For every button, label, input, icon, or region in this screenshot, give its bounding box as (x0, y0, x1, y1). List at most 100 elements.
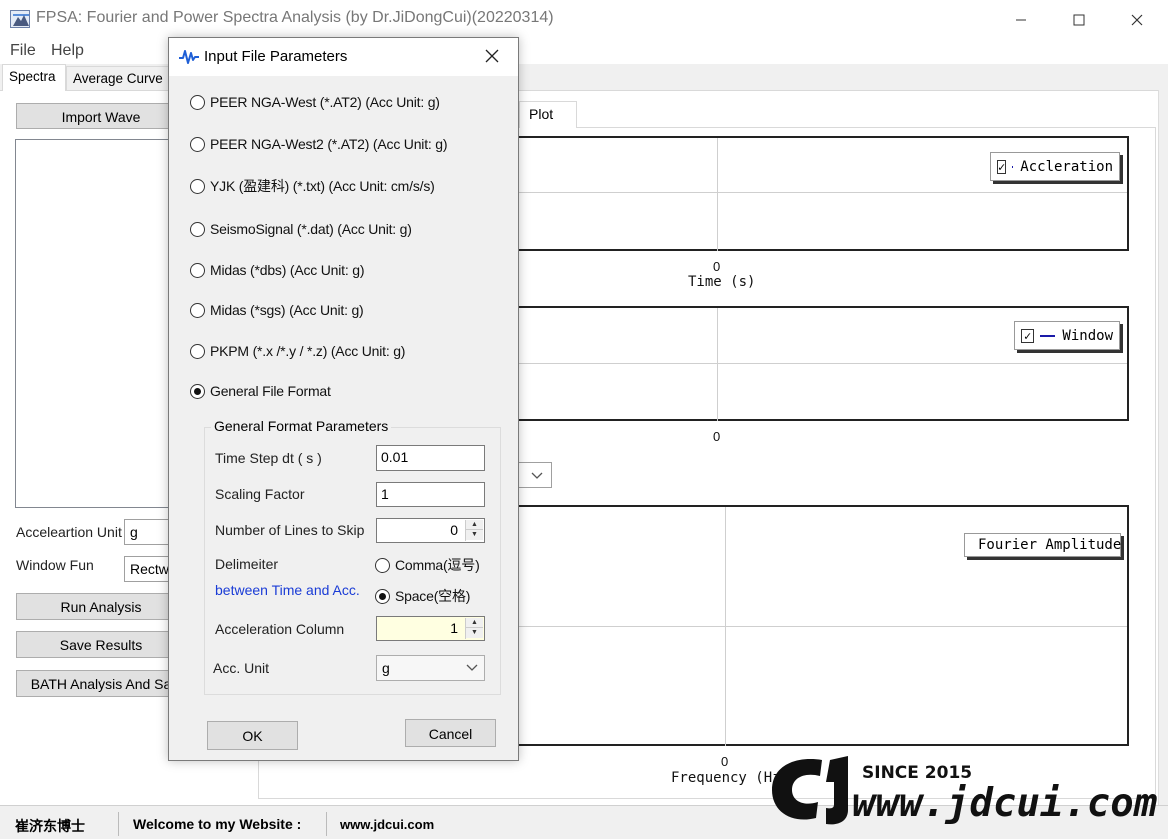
radio-button[interactable] (190, 221, 205, 237)
file-format-radio[interactable]: General File Format (190, 381, 331, 401)
file-format-label: Midas (*sgs) (Acc Unit: g) (210, 302, 364, 318)
acceleration-unit-label: Acceleartion Unit (16, 524, 122, 540)
file-format-radio[interactable]: YJK (盈建科) (*.txt) (Acc Unit: cm/s/s) (190, 176, 435, 196)
chart-gridline (717, 308, 718, 421)
window-axis-tick: 0 (713, 429, 721, 444)
tab-spectra[interactable]: Spectra (2, 64, 66, 91)
stepper-buttons: ▲ ▼ (465, 618, 483, 639)
minimize-button[interactable] (992, 0, 1050, 40)
chevron-down-icon (466, 664, 478, 671)
legend-line-swatch (1012, 165, 1014, 168)
acc-unit-select[interactable]: g (376, 655, 485, 681)
vertical-scrollbar[interactable] (1158, 90, 1168, 805)
stepper-up-icon[interactable]: ▲ (466, 520, 483, 530)
delimiter-space-radio[interactable]: Space(空格) (375, 586, 470, 606)
bath-analysis-button[interactable]: BATH Analysis And Sa (16, 670, 186, 697)
ok-button[interactable]: OK (207, 721, 298, 750)
menu-file[interactable]: File (10, 42, 36, 60)
file-format-label: SeismoSignal (*.dat) (Acc Unit: g) (210, 221, 412, 237)
file-format-label: PEER NGA-West (*.AT2) (Acc Unit: g) (210, 94, 440, 110)
radio-button[interactable] (190, 136, 205, 152)
file-format-label: General File Format (210, 383, 331, 399)
frequency-axis-title: Frequency (Hz (671, 770, 781, 786)
file-format-radio[interactable]: Midas (*dbs) (Acc Unit: g) (190, 260, 364, 280)
cancel-button[interactable]: Cancel (405, 719, 496, 747)
status-website-link[interactable]: www.jdcui.com (340, 817, 434, 832)
file-format-radio[interactable]: PKPM (*.x /*.y / *.z) (Acc Unit: g) (190, 341, 405, 361)
acceleration-column-stepper[interactable]: 1 ▲ ▼ (376, 616, 485, 641)
stepper-up-icon[interactable]: ▲ (466, 618, 483, 628)
legend-checkbox[interactable]: ✓ (1021, 328, 1035, 343)
legend-label: Fourier Amplitude (978, 537, 1122, 553)
radio-button[interactable] (375, 557, 390, 573)
status-welcome: Welcome to my Website : (133, 816, 302, 832)
window-legend[interactable]: ✓ Window (1014, 321, 1120, 350)
lines-to-skip-label: Number of Lines to Skip (215, 522, 365, 538)
dialog-close-button[interactable] (485, 49, 503, 67)
acceleration-column-value: 1 (450, 620, 458, 636)
general-format-group-title: General Format Parameters (211, 418, 392, 434)
file-format-radio[interactable]: SeismoSignal (*.dat) (Acc Unit: g) (190, 219, 412, 239)
radio-button[interactable] (375, 588, 390, 604)
close-button[interactable] (1108, 0, 1166, 40)
time-axis-title: Time (s) (688, 274, 756, 290)
fourier-legend[interactable]: Fourier Amplitude (964, 533, 1121, 557)
time-step-input[interactable]: 0.01 (376, 445, 485, 471)
acc-unit-label: Acc. Unit (213, 660, 270, 676)
file-format-label: YJK (盈建科) (*.txt) (Acc Unit: cm/s/s) (210, 178, 435, 194)
import-wave-button[interactable]: Import Wave (16, 103, 186, 129)
file-format-label: PEER NGA-West2 (*.AT2) (Acc Unit: g) (210, 136, 448, 152)
delimiter-space-label: Space(空格) (395, 588, 471, 604)
scaling-factor-label: Scaling Factor (215, 486, 305, 502)
radio-button[interactable] (190, 383, 205, 399)
status-author: 崔济东博士 (15, 818, 85, 834)
legend-label: Window (1062, 327, 1113, 344)
save-results-button[interactable]: Save Results (16, 631, 186, 658)
file-format-label: Midas (*dbs) (Acc Unit: g) (210, 262, 365, 278)
watermark-site: www.jdcui.com (852, 781, 1157, 826)
tab-average-curve[interactable]: Average Curve (66, 66, 170, 90)
scaling-factor-input[interactable]: 1 (376, 482, 485, 507)
file-format-radio[interactable]: Midas (*sgs) (Acc Unit: g) (190, 300, 364, 320)
radio-button[interactable] (190, 302, 205, 318)
dialog-title-bar: Input File Parameters (169, 38, 518, 76)
acceleration-legend[interactable]: ✓ Accleration (990, 152, 1120, 181)
time-axis-tick: 0 (713, 259, 721, 274)
radio-button[interactable] (190, 343, 205, 359)
lines-to-skip-stepper[interactable]: 0 ▲ ▼ (376, 518, 485, 543)
status-divider (326, 812, 327, 836)
file-format-radio[interactable]: PEER NGA-West2 (*.AT2) (Acc Unit: g) (190, 134, 448, 154)
watermark-since: SINCE 2015 (862, 763, 972, 783)
input-file-parameters-dialog: Input File Parameters PEER NGA-West (*.A… (168, 37, 519, 761)
run-analysis-button[interactable]: Run Analysis (16, 593, 186, 620)
status-divider (118, 812, 119, 836)
menu-help[interactable]: Help (51, 42, 84, 60)
title-bar: FPSA: Fourier and Power Spectra Analysis… (0, 0, 1168, 40)
frequency-axis-tick: 0 (721, 754, 729, 769)
stepper-buttons: ▲ ▼ (465, 520, 483, 541)
radio-button[interactable] (190, 94, 205, 110)
radio-button[interactable] (190, 262, 205, 278)
legend-checkbox[interactable]: ✓ (997, 159, 1007, 174)
window-title: FPSA: Fourier and Power Spectra Analysis… (36, 9, 554, 26)
file-format-radio[interactable]: PEER NGA-West (*.AT2) (Acc Unit: g) (190, 92, 440, 112)
chart-gridline (717, 138, 718, 251)
radio-button[interactable] (190, 178, 205, 194)
tab-plot[interactable]: Plot (519, 101, 577, 128)
delimiter-sublabel: between Time and Acc. (215, 582, 360, 598)
chevron-down-icon (531, 472, 543, 479)
stepper-down-icon[interactable]: ▼ (466, 628, 483, 638)
acceleration-column-label: Acceleration Column (215, 621, 345, 637)
window-function-label: Window Fun (16, 557, 94, 573)
delimiter-comma-label: Comma(逗号) (395, 557, 480, 573)
dialog-title: Input File Parameters (204, 48, 348, 65)
lines-to-skip-value: 0 (450, 522, 458, 538)
wave-file-list[interactable] (15, 139, 175, 508)
delimiter-comma-radio[interactable]: Comma(逗号) (375, 555, 480, 575)
file-format-label: PKPM (*.x /*.y / *.z) (Acc Unit: g) (210, 343, 406, 359)
stepper-down-icon[interactable]: ▼ (466, 530, 483, 540)
waveform-icon (179, 50, 199, 64)
jdcui-watermark-logo: SINCE 2015 www.jdcui.com (770, 752, 1162, 828)
maximize-button[interactable] (1050, 0, 1108, 40)
acc-unit-value: g (382, 660, 390, 676)
